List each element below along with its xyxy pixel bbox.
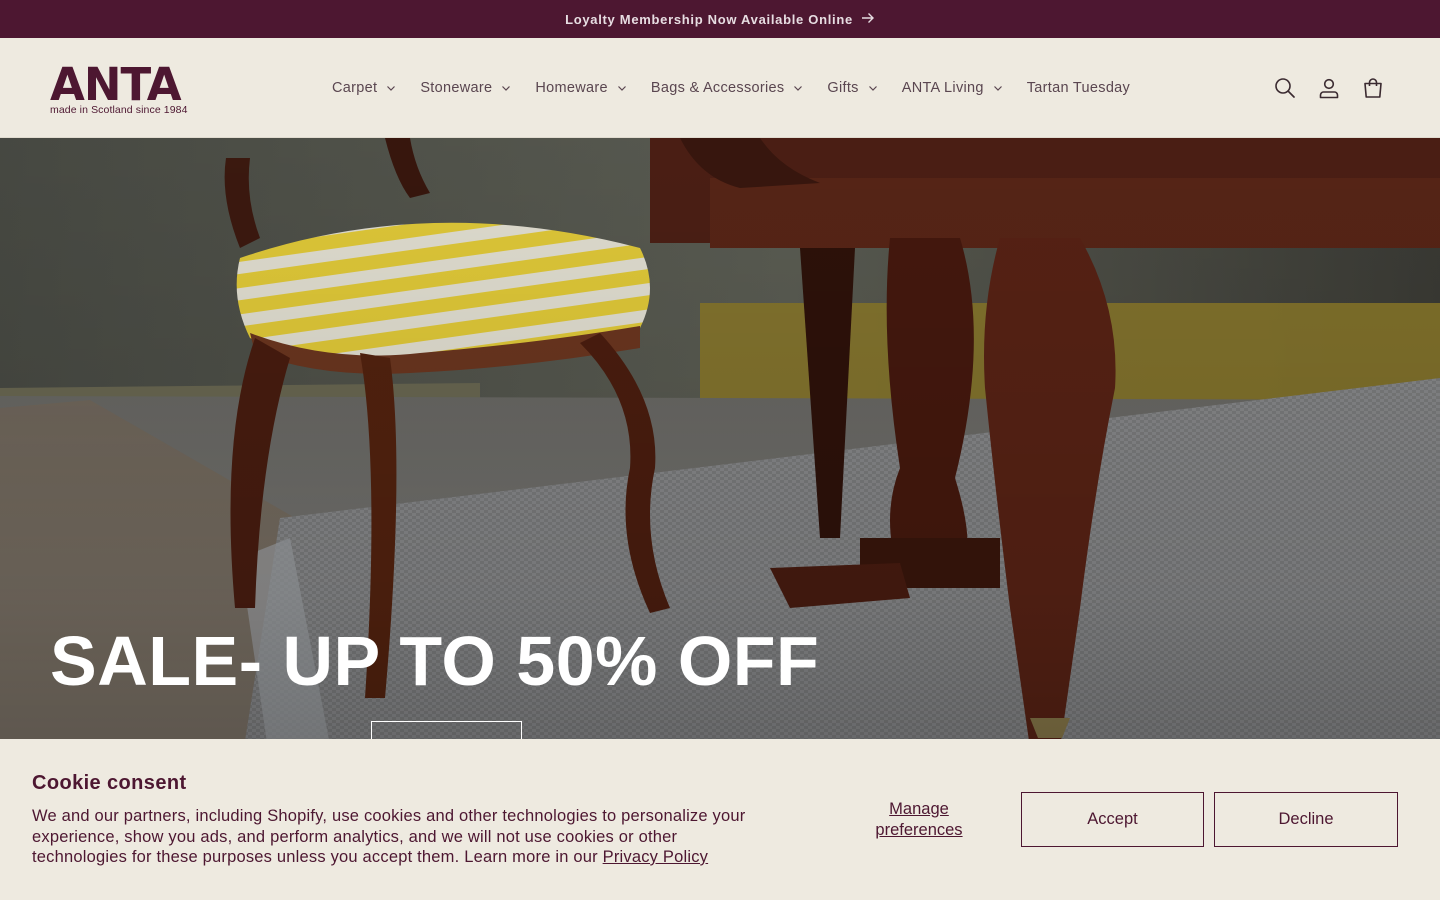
announcement-text[interactable]: Loyalty Membership Now Available Online xyxy=(565,12,853,27)
decline-button[interactable]: Decline xyxy=(1214,792,1398,847)
chevron-down-icon xyxy=(794,86,803,91)
hero-title: SALE- UP TO 50% OFF xyxy=(50,622,820,700)
nav-item-label: Stoneware xyxy=(420,80,493,96)
main-nav: Carpet Stoneware Homeware Bags & Accesso… xyxy=(320,38,1142,138)
nav-item-label: Bags & Accessories xyxy=(650,80,785,96)
chevron-down-icon xyxy=(993,86,1002,91)
manage-preferences-link[interactable]: Manage preferences xyxy=(860,799,978,840)
nav-item-label: Homeware xyxy=(535,80,608,96)
cookie-body: We and our partners, including Shopify, … xyxy=(32,806,752,868)
privacy-policy-link[interactable]: Privacy Policy xyxy=(603,848,709,866)
chevron-down-icon xyxy=(387,86,396,91)
announcement-bar[interactable]: Loyalty Membership Now Available Online xyxy=(0,0,1440,38)
brand-logo[interactable]: ANTA made in Scotland since 1984 xyxy=(50,58,202,116)
nav-item-tartan-tuesday[interactable]: Tartan Tuesday xyxy=(1015,80,1142,96)
nav-item-gifts[interactable]: Gifts xyxy=(815,80,889,96)
nav-item-label: Carpet xyxy=(332,80,378,96)
search-icon[interactable] xyxy=(1274,77,1296,99)
site-header: ANTA made in Scotland since 1984 Carpet … xyxy=(0,38,1440,138)
chevron-down-icon xyxy=(502,86,511,91)
nav-item-stoneware[interactable]: Stoneware xyxy=(408,80,523,96)
cookie-consent-banner: Cookie consent We and our partners, incl… xyxy=(0,739,1440,900)
brand-tagline: made in Scotland since 1984 xyxy=(50,104,188,116)
brand-name: ANTA xyxy=(50,58,182,111)
chevron-down-icon xyxy=(868,86,877,91)
nav-item-label: ANTA Living xyxy=(901,80,984,96)
account-icon[interactable] xyxy=(1318,77,1340,99)
nav-item-label: Tartan Tuesday xyxy=(1026,80,1131,96)
header-icons xyxy=(1274,38,1384,138)
accept-button[interactable]: Accept xyxy=(1021,792,1204,847)
arrow-right-icon xyxy=(861,12,875,27)
nav-item-carpet[interactable]: Carpet xyxy=(320,80,408,96)
nav-item-label: Gifts xyxy=(827,80,859,96)
nav-item-homeware[interactable]: Homeware xyxy=(523,80,639,96)
chevron-down-icon xyxy=(617,86,626,91)
nav-item-bags-accessories[interactable]: Bags & Accessories xyxy=(639,80,816,96)
nav-item-anta-living[interactable]: ANTA Living xyxy=(890,80,1015,96)
cart-icon[interactable] xyxy=(1362,77,1384,99)
cookie-title: Cookie consent xyxy=(32,772,187,794)
